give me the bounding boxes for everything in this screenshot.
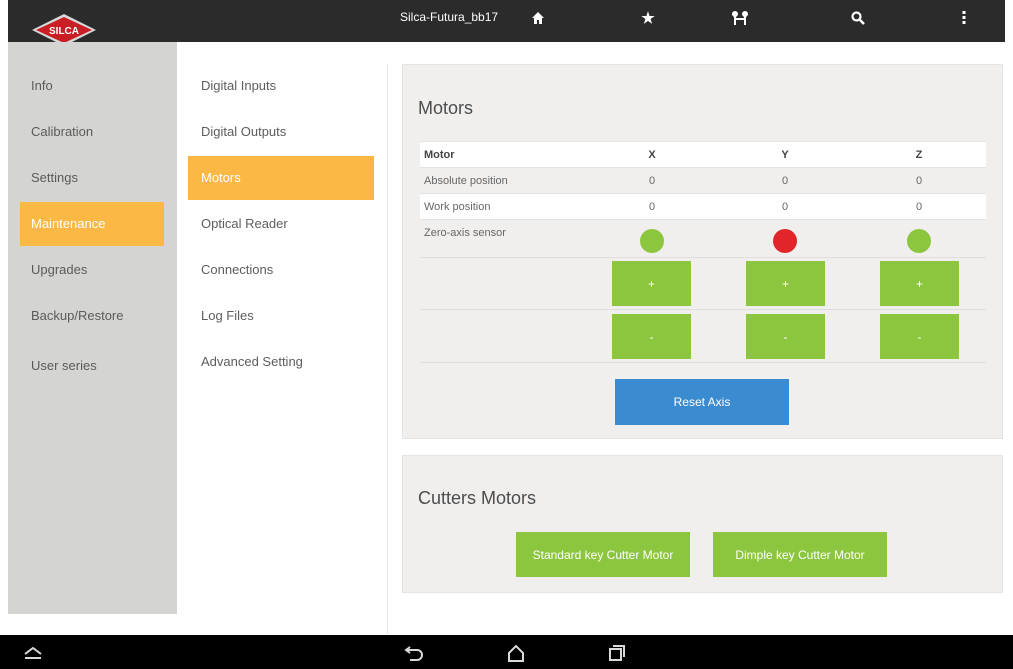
standard-key-cutter-motor-button[interactable]: Standard key Cutter Motor <box>516 532 690 577</box>
cutters-motors-title: Cutters Motors <box>418 488 537 508</box>
submenu-item-optical-reader[interactable]: Optical Reader <box>188 202 374 246</box>
home-icon[interactable] <box>528 8 548 28</box>
star-icon[interactable]: ★ <box>638 8 658 28</box>
system-nav-bar <box>0 635 1013 669</box>
submenu-item-log-files[interactable]: Log Files <box>188 294 374 338</box>
sidebar-item-user-series[interactable]: User series <box>20 344 164 388</box>
sidebar-item-backup-restore[interactable]: Backup/Restore <box>20 294 164 338</box>
submenu-item-motors[interactable]: Motors <box>188 156 374 200</box>
motor-y-minus-button[interactable]: - <box>746 314 825 359</box>
absolute-position-y: 0 <box>781 175 789 187</box>
top-bar: SILCA Silca-Futura_bb17 ★ <box>8 0 1005 46</box>
zero-axis-sensor-z-indicator <box>907 229 931 253</box>
table-row: Zero-axis sensor <box>420 219 986 249</box>
row-label-absolute-position: Absolute position <box>424 175 508 187</box>
app-window: SILCA Silca-Futura_bb17 ★ Info Calibrati… <box>0 0 1013 669</box>
dimple-key-cutter-motor-button[interactable]: Dimple key Cutter Motor <box>713 532 887 577</box>
work-position-x: 0 <box>648 201 656 213</box>
work-position-y: 0 <box>781 201 789 213</box>
keys-icon[interactable] <box>730 8 750 28</box>
zero-axis-sensor-x-indicator <box>640 229 664 253</box>
main-sidebar: Info Calibration Settings Maintenance Up… <box>8 42 177 614</box>
column-header-x: X <box>648 149 656 161</box>
row-divider <box>420 257 986 258</box>
motor-z-minus-button[interactable]: - <box>880 314 959 359</box>
submenu-item-advanced-setting[interactable]: Advanced Setting <box>188 340 374 384</box>
reset-axis-button[interactable]: Reset Axis <box>615 379 789 425</box>
sidebar-item-settings[interactable]: Settings <box>20 156 164 200</box>
silca-logo: SILCA <box>28 10 100 46</box>
collapse-icon[interactable] <box>22 643 44 663</box>
motor-y-plus-button[interactable]: + <box>746 261 825 306</box>
table-row: Absolute position 0 0 0 <box>420 167 986 193</box>
search-icon[interactable] <box>848 8 868 28</box>
row-label-work-position: Work position <box>424 201 491 213</box>
submenu-item-digital-inputs[interactable]: Digital Inputs <box>188 64 374 108</box>
sidebar-item-info[interactable]: Info <box>20 64 164 108</box>
motor-z-plus-button[interactable]: + <box>880 261 959 306</box>
column-divider <box>387 64 388 634</box>
recent-apps-icon[interactable] <box>606 643 628 663</box>
device-name: Silca-Futura_bb17 <box>400 10 499 24</box>
sidebar-item-calibration[interactable]: Calibration <box>20 110 164 154</box>
motor-x-minus-button[interactable]: - <box>612 314 691 359</box>
table-row: Work position 0 0 0 <box>420 193 986 219</box>
work-position-z: 0 <box>915 201 923 213</box>
motor-x-plus-button[interactable]: + <box>612 261 691 306</box>
submenu-item-connections[interactable]: Connections <box>188 248 374 292</box>
submenu-item-digital-outputs[interactable]: Digital Outputs <box>188 110 374 154</box>
table-header-row: Motor X Y Z <box>420 141 986 167</box>
zero-axis-sensor-y-indicator <box>773 229 797 253</box>
home-outline-icon[interactable] <box>505 643 527 663</box>
row-divider <box>420 362 986 363</box>
row-divider <box>420 309 986 310</box>
sidebar-item-upgrades[interactable]: Upgrades <box>20 248 164 292</box>
sidebar-item-maintenance[interactable]: Maintenance <box>20 202 164 246</box>
absolute-position-z: 0 <box>915 175 923 187</box>
logo-text: SILCA <box>49 26 79 37</box>
column-header-motor: Motor <box>424 149 455 161</box>
cutters-motors-panel <box>402 455 1003 593</box>
column-header-z: Z <box>915 149 923 161</box>
column-header-y: Y <box>781 149 789 161</box>
row-label-zero-axis-sensor: Zero-axis sensor <box>424 227 506 239</box>
more-vertical-icon[interactable] <box>954 8 974 28</box>
motors-table: Motor X Y Z Absolute position 0 0 0 Work… <box>420 141 986 249</box>
back-icon[interactable] <box>403 643 425 663</box>
motors-title: Motors <box>418 98 474 118</box>
absolute-position-x: 0 <box>648 175 656 187</box>
